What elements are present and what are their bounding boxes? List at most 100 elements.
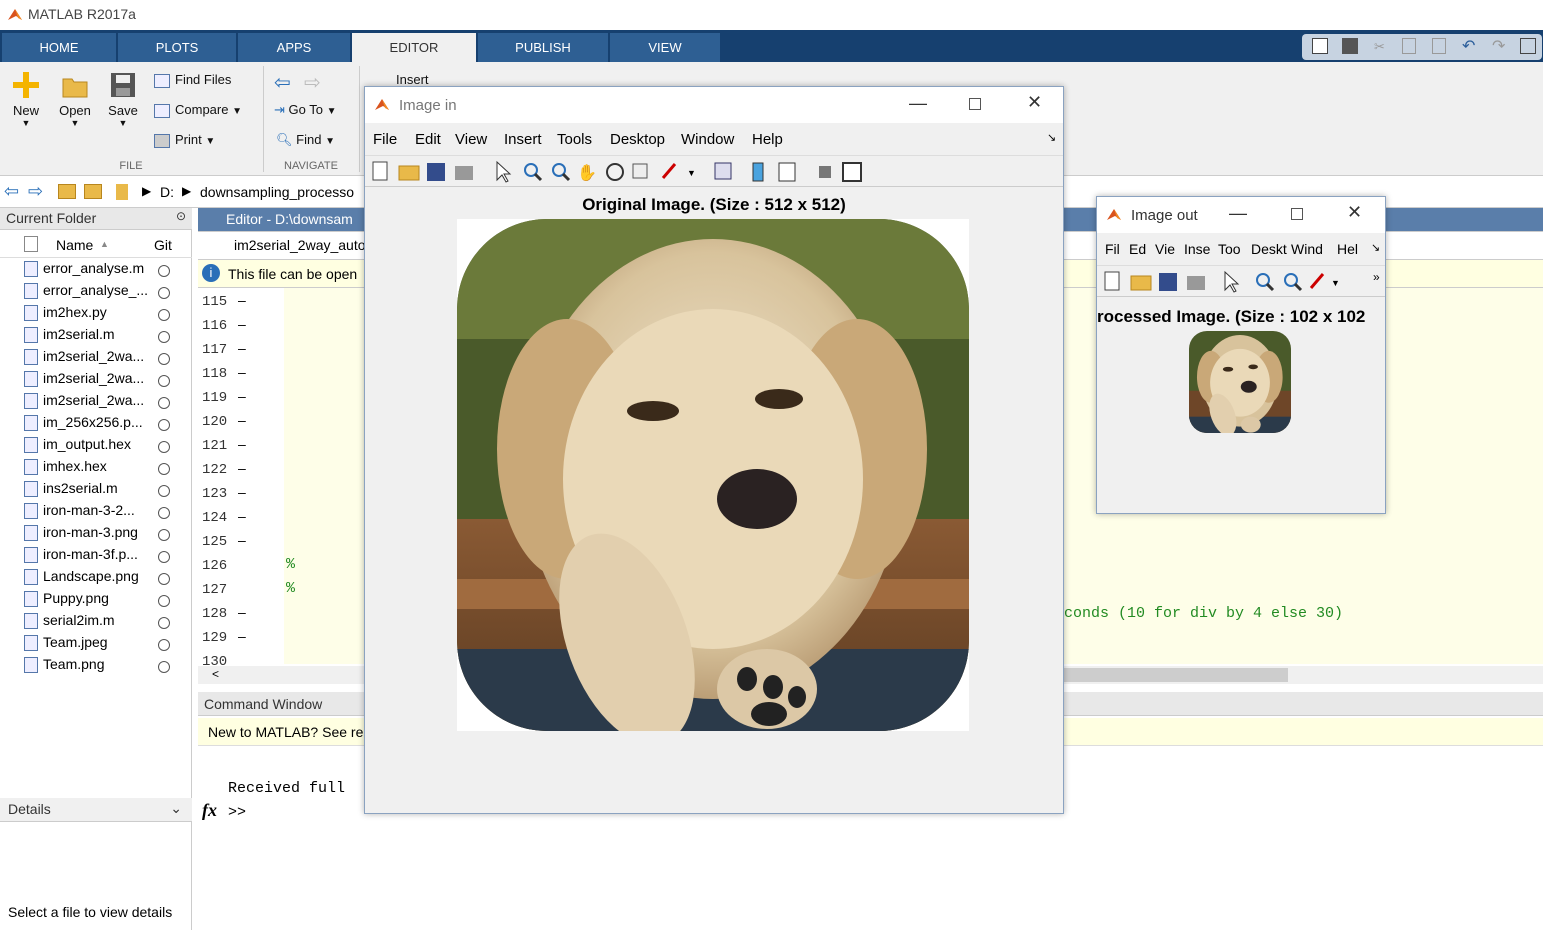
minimize-icon[interactable]: — bbox=[909, 93, 927, 114]
menu-item[interactable]: Edit bbox=[415, 131, 441, 148]
breakpoint-dash[interactable]: – bbox=[238, 436, 246, 452]
forward-arrow-icon[interactable]: ⇨ bbox=[304, 70, 321, 95]
tab-home[interactable]: HOME bbox=[2, 33, 116, 62]
tab-plots[interactable]: PLOTS bbox=[118, 33, 236, 62]
up-folder-icon[interactable] bbox=[58, 184, 76, 199]
save-icon[interactable] bbox=[1342, 38, 1358, 54]
menu-item[interactable]: Fil bbox=[1105, 241, 1120, 257]
command-prompt[interactable]: >> bbox=[228, 804, 246, 821]
menu-item[interactable]: Too bbox=[1218, 241, 1241, 257]
breakpoint-dash[interactable]: – bbox=[238, 388, 246, 404]
forward-icon[interactable]: ⇨ bbox=[28, 181, 43, 202]
dock-icon[interactable]: ↘ bbox=[1371, 241, 1380, 254]
tab-view[interactable]: VIEW bbox=[610, 33, 720, 62]
file-list-item[interactable]: im2hex.py bbox=[24, 304, 107, 326]
dock-icon[interactable]: ↘ bbox=[1047, 131, 1056, 144]
breakpoint-dash[interactable]: – bbox=[238, 316, 246, 332]
menu-item[interactable]: Deskt bbox=[1251, 241, 1287, 257]
minimize-icon[interactable]: — bbox=[1229, 203, 1247, 224]
file-list-item[interactable]: Team.jpeg bbox=[24, 634, 108, 656]
file-list-item[interactable]: im2serial_2wa... bbox=[24, 348, 144, 370]
file-list-item[interactable]: im_256x256.p... bbox=[24, 414, 143, 436]
file-list-item[interactable]: im2serial_2wa... bbox=[24, 392, 144, 414]
breakpoint-dash[interactable]: – bbox=[238, 364, 246, 380]
print-button[interactable]: Print ▼ bbox=[154, 132, 215, 148]
menu-item[interactable]: Help bbox=[752, 131, 783, 148]
file-list-item[interactable]: ins2serial.m bbox=[24, 480, 118, 502]
menu-item[interactable]: Hel bbox=[1337, 241, 1358, 257]
file-list-item[interactable]: serial2im.m bbox=[24, 612, 115, 634]
menu-item[interactable]: Inse bbox=[1184, 241, 1210, 257]
menu-item[interactable]: Wind bbox=[1291, 241, 1323, 257]
figure-image-in[interactable]: Image in — ✕ File Edit View Insert Tools Desk… bbox=[364, 86, 1064, 814]
find-button[interactable]: 🔍︎ Find ▼ bbox=[276, 132, 335, 148]
compare-button[interactable]: Compare ▼ bbox=[154, 102, 242, 118]
close-icon[interactable]: ✕ bbox=[1027, 92, 1042, 113]
file-list-item[interactable]: imhex.hex bbox=[24, 458, 107, 480]
breakpoint-dash[interactable]: – bbox=[238, 532, 246, 548]
redo-icon[interactable]: ↷ bbox=[1492, 36, 1505, 56]
paste-icon[interactable] bbox=[1432, 38, 1446, 54]
insert-button[interactable]: Insert bbox=[396, 72, 429, 87]
layout-icon[interactable] bbox=[1312, 38, 1328, 54]
breakpoint-dash[interactable]: – bbox=[238, 628, 246, 644]
menu-item[interactable]: Window bbox=[681, 131, 734, 148]
tab-editor[interactable]: EDITOR bbox=[352, 33, 476, 62]
copy-icon[interactable] bbox=[1402, 38, 1416, 54]
menu-item[interactable]: Tools bbox=[557, 131, 592, 148]
maximize-icon[interactable] bbox=[1291, 208, 1303, 220]
breakpoint-dash[interactable]: – bbox=[238, 508, 246, 524]
back-arrow-icon[interactable]: ⇦ bbox=[274, 70, 291, 95]
find-files-button[interactable]: Find Files bbox=[154, 72, 231, 88]
breakpoint-dash[interactable]: – bbox=[238, 340, 246, 356]
command-notice-text[interactable]: New to MATLAB? See re bbox=[208, 724, 363, 740]
file-list-item[interactable]: Landscape.png bbox=[24, 568, 139, 590]
browse-folder-icon[interactable] bbox=[84, 184, 102, 199]
tab-apps[interactable]: APPS bbox=[238, 33, 350, 62]
breakpoint-dash[interactable]: – bbox=[238, 292, 246, 308]
image-axes[interactable] bbox=[1189, 331, 1291, 433]
path-drive[interactable]: D: bbox=[160, 184, 174, 200]
chevron-down-icon[interactable]: ⌄ bbox=[170, 800, 182, 817]
open-button[interactable]: Open ▼ bbox=[54, 70, 96, 128]
switch-windows-icon[interactable] bbox=[1520, 38, 1536, 54]
save-button[interactable]: Save ▼ bbox=[102, 70, 144, 128]
file-list-item[interactable]: error_analyse.m bbox=[24, 260, 144, 282]
fx-icon[interactable]: fx bbox=[202, 800, 217, 821]
goto-button[interactable]: ⇥ Go To ▼ bbox=[274, 102, 337, 118]
col-git[interactable]: Git bbox=[154, 237, 172, 253]
menu-item[interactable]: Ed bbox=[1129, 241, 1146, 257]
figure-toolbar-icons[interactable]: ✋ ▼ bbox=[369, 160, 869, 184]
menu-item[interactable]: File bbox=[373, 131, 397, 148]
menu-item[interactable]: View bbox=[455, 131, 487, 148]
new-button[interactable]: New ▼ bbox=[6, 70, 46, 128]
path-folder[interactable]: downsampling_processo bbox=[200, 184, 354, 200]
details-header[interactable]: Details ⌄ bbox=[0, 798, 192, 822]
file-list-item[interactable]: iron-man-3f.p... bbox=[24, 546, 138, 568]
close-icon[interactable]: ✕ bbox=[1347, 202, 1362, 223]
undo-icon[interactable]: ↶ bbox=[1462, 36, 1475, 56]
file-list-item[interactable]: im_output.hex bbox=[24, 436, 131, 458]
col-name[interactable]: Name bbox=[56, 237, 93, 253]
editor-tab[interactable]: im2serial_2way_auto bbox=[234, 237, 366, 253]
menu-item[interactable]: Desktop bbox=[610, 131, 665, 148]
file-list-item[interactable]: im2serial_2wa... bbox=[24, 370, 144, 392]
image-axes[interactable] bbox=[457, 219, 969, 731]
figure-toolbar-icons[interactable]: ▼ bbox=[1101, 270, 1361, 294]
menu-item[interactable]: Vie bbox=[1155, 241, 1175, 257]
scroll-left-icon[interactable]: < bbox=[212, 667, 219, 681]
breakpoint-dash[interactable]: – bbox=[238, 604, 246, 620]
panel-menu-icon[interactable]: ⊙ bbox=[176, 209, 186, 223]
file-list-item[interactable]: error_analyse_... bbox=[24, 282, 148, 304]
tab-publish[interactable]: PUBLISH bbox=[478, 33, 608, 62]
cut-icon[interactable]: ✂ bbox=[1374, 39, 1385, 55]
file-list-item[interactable]: Team.png bbox=[24, 656, 104, 678]
file-list-item[interactable]: iron-man-3-2... bbox=[24, 502, 135, 524]
file-list-item[interactable]: iron-man-3.png bbox=[24, 524, 138, 546]
breakpoint-dash[interactable]: – bbox=[238, 460, 246, 476]
more-tools-icon[interactable]: » bbox=[1373, 270, 1380, 284]
breakpoint-dash[interactable]: – bbox=[238, 484, 246, 500]
maximize-icon[interactable] bbox=[969, 98, 981, 110]
file-list-item[interactable]: im2serial.m bbox=[24, 326, 115, 348]
scrollbar-thumb[interactable] bbox=[1058, 668, 1288, 682]
